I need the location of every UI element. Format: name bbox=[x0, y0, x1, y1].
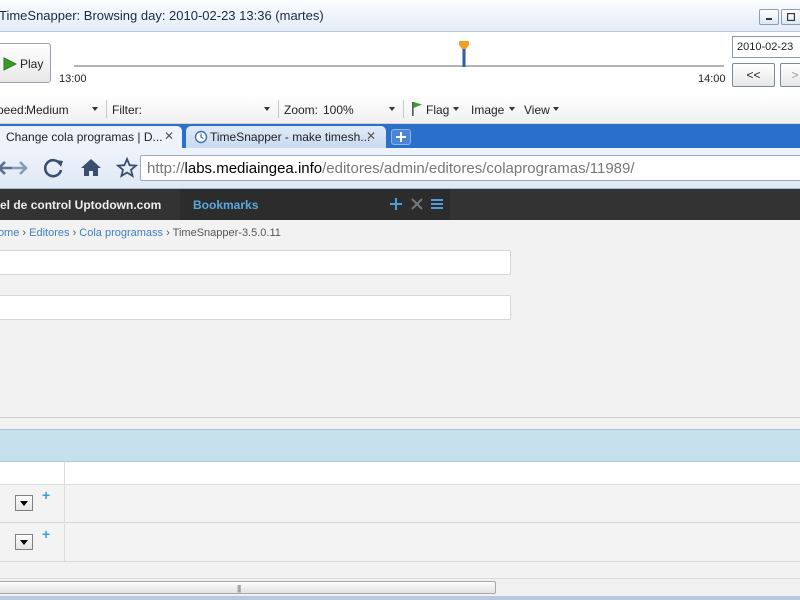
breadcrumb-link-cola-programass[interactable]: Cola programass bbox=[79, 227, 163, 239]
grip-icon: ||| bbox=[237, 584, 241, 593]
tab-title: Change cola programas | D... bbox=[6, 130, 163, 144]
breadcrumb-current: TimeSnapper-3.5.0.11 bbox=[172, 227, 281, 239]
speed-dropdown-caret[interactable] bbox=[92, 107, 98, 111]
divider bbox=[403, 100, 404, 118]
play-label: Play bbox=[20, 57, 44, 71]
table-row: + bbox=[0, 485, 800, 523]
address-bar[interactable]: http://labs.mediaingea.info/editores/adm… bbox=[140, 155, 800, 181]
timeline-track[interactable] bbox=[74, 65, 724, 67]
previous-button[interactable]: << bbox=[732, 63, 775, 87]
table-subheader bbox=[0, 462, 800, 485]
flag-menu-caret[interactable] bbox=[453, 107, 459, 111]
new-tab-button[interactable] bbox=[391, 129, 411, 145]
browser-nav-bar: http://labs.mediaingea.info/editores/adm… bbox=[0, 148, 800, 189]
minimize-icon bbox=[766, 18, 772, 20]
site-name-link[interactable]: Panel de control Uptodown.com bbox=[0, 198, 161, 212]
speed-dropdown[interactable]: Medium bbox=[26, 103, 69, 117]
bookmarks-label: Bookmarks bbox=[193, 198, 259, 212]
chevron-down-icon bbox=[20, 540, 28, 545]
row-dropdown-button[interactable] bbox=[15, 495, 33, 511]
play-icon bbox=[3, 57, 17, 71]
timeline-panel: Play 13:00 14:00 2010-02-23 << > bbox=[0, 32, 800, 94]
divider bbox=[0, 417, 800, 418]
playhead-marker[interactable] bbox=[459, 41, 469, 67]
column-divider bbox=[64, 524, 65, 561]
forward-arrow-icon[interactable] bbox=[6, 155, 34, 181]
image-menu[interactable]: Image bbox=[471, 103, 504, 117]
window-title: TimeSnapper: Browsing day: 2010-02-23 13… bbox=[0, 8, 324, 23]
flag-menu[interactable]: Flag bbox=[426, 103, 449, 117]
breadcrumb: Home › Editores › Cola programass › Time… bbox=[0, 227, 281, 239]
filter-dropdown-caret[interactable] bbox=[264, 107, 270, 111]
column-divider bbox=[64, 462, 65, 484]
row-dropdown-button[interactable] bbox=[15, 534, 33, 550]
date-field[interactable]: 2010-02-23 bbox=[732, 36, 800, 58]
window-border bbox=[0, 596, 800, 600]
breadcrumb-separator: › bbox=[166, 227, 170, 239]
maximize-icon bbox=[787, 13, 795, 21]
table-header bbox=[0, 429, 800, 462]
plus-icon bbox=[396, 132, 406, 142]
breadcrumb-separator: › bbox=[72, 227, 77, 239]
zoom-dropdown-caret[interactable] bbox=[389, 107, 395, 111]
text-field[interactable] bbox=[0, 250, 511, 275]
view-menu[interactable]: View bbox=[524, 103, 550, 117]
browser-tab-active[interactable]: Change cola programas | D... ✕ bbox=[0, 126, 182, 148]
chevron-down-icon bbox=[20, 501, 28, 506]
column-divider bbox=[64, 485, 65, 522]
horizontal-scrollbar[interactable]: ||| bbox=[0, 578, 800, 596]
filter-dropdown[interactable] bbox=[148, 103, 264, 117]
browser-tab[interactable]: TimeSnapper - make timesh... ✕ bbox=[186, 126, 386, 148]
next-button[interactable]: > bbox=[780, 63, 800, 87]
url-scheme: http:// bbox=[147, 160, 185, 177]
close-tab-icon[interactable]: ✕ bbox=[164, 129, 174, 143]
close-bookmarks-icon[interactable] bbox=[409, 196, 425, 212]
zoom-label: Zoom: bbox=[284, 103, 319, 117]
image-menu-caret[interactable] bbox=[509, 107, 515, 111]
tab-title: TimeSnapper - make timesh... bbox=[210, 130, 371, 144]
filter-label: Filter: bbox=[112, 103, 142, 117]
scrollbar-thumb[interactable]: ||| bbox=[0, 581, 496, 594]
add-row-icon[interactable]: + bbox=[42, 526, 50, 542]
breadcrumb-link-home[interactable]: Home bbox=[0, 227, 19, 239]
page-content: Home › Editores › Cola programass › Time… bbox=[0, 220, 800, 600]
home-icon[interactable] bbox=[77, 155, 105, 181]
options-toolbar: Speed: Medium Filter: Zoom: 100% Flag Im… bbox=[0, 94, 800, 124]
breadcrumb-link-editores[interactable]: Editores bbox=[29, 227, 69, 239]
zoom-dropdown[interactable]: 100% bbox=[323, 103, 354, 117]
close-tab-icon[interactable]: ✕ bbox=[366, 129, 376, 143]
browser-tab-strip: Change cola programas | D... ✕ TimeSnapp… bbox=[0, 124, 800, 148]
maximize-button[interactable] bbox=[781, 9, 800, 25]
url-host: labs.mediaingea.info bbox=[184, 160, 323, 177]
text-field[interactable] bbox=[0, 295, 511, 320]
table-row: + bbox=[0, 524, 800, 562]
reload-icon[interactable] bbox=[40, 155, 68, 181]
timeline-end-time: 14:00 bbox=[698, 73, 726, 85]
url-path: /editores/admin/editores/colaprogramas/1… bbox=[322, 160, 635, 177]
bookmark-star-icon[interactable] bbox=[113, 155, 141, 181]
divider bbox=[278, 100, 279, 118]
view-menu-caret[interactable] bbox=[553, 107, 559, 111]
divider bbox=[106, 100, 107, 118]
play-button[interactable]: Play bbox=[0, 43, 51, 83]
timeline-start-time: 13:00 bbox=[59, 73, 87, 85]
add-bookmark-icon[interactable] bbox=[388, 196, 404, 212]
minimize-button[interactable] bbox=[759, 9, 779, 25]
timesnapper-favicon-icon bbox=[194, 130, 208, 144]
site-toolbar: Panel de control Uptodown.com Bookmarks bbox=[0, 189, 800, 220]
add-row-icon[interactable]: + bbox=[42, 487, 50, 503]
flag-icon bbox=[412, 102, 422, 116]
speed-label: Speed: bbox=[0, 103, 28, 117]
title-bar: TimeSnapper: Browsing day: 2010-02-23 13… bbox=[0, 0, 800, 32]
menu-icon[interactable] bbox=[429, 196, 445, 212]
breadcrumb-separator: › bbox=[22, 227, 27, 239]
